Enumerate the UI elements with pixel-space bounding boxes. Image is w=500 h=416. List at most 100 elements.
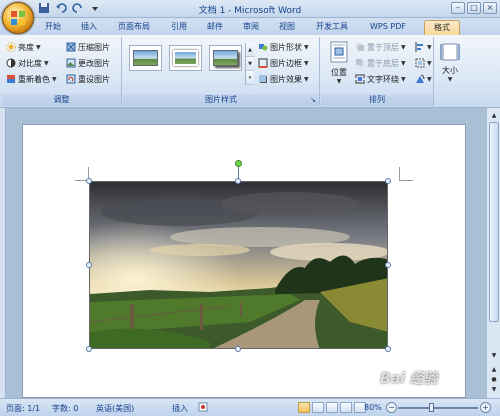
bring-front-icon: [355, 42, 365, 52]
more-styles-icon: ▾: [246, 71, 254, 85]
resize-handle-bottom-left[interactable]: [86, 346, 92, 352]
align-button[interactable]: ▼: [415, 41, 432, 53]
office-logo-icon: [11, 11, 25, 25]
picture-shape-button[interactable]: 图片形状 ▼: [258, 41, 309, 53]
resize-handle-top-left[interactable]: [86, 178, 92, 184]
picture-border-button[interactable]: 图片边框 ▼: [258, 57, 309, 69]
title-bar: 文档 1 - Microsoft Word – □ ×: [0, 0, 500, 18]
page-count[interactable]: 页面: 1/1: [6, 403, 40, 414]
resize-handle-right[interactable]: [385, 262, 391, 268]
watermark: Bai 经验: [380, 371, 438, 387]
tab-view[interactable]: 视图: [272, 20, 302, 35]
rotate-button[interactable]: ▼: [415, 73, 432, 85]
text-wrap-icon: [355, 74, 365, 84]
macro-record-icon[interactable]: [198, 402, 208, 414]
tab-developer[interactable]: 开发工具: [308, 20, 356, 35]
rotation-handle[interactable]: [235, 160, 242, 167]
crop-mark-top-right: [399, 167, 413, 181]
tab-format[interactable]: 格式: [424, 20, 460, 35]
resize-handle-bottom-right[interactable]: [385, 346, 391, 352]
tab-page-layout[interactable]: 页面布局: [110, 20, 158, 35]
size-icon: [440, 43, 460, 61]
insert-mode[interactable]: 插入: [172, 403, 188, 414]
ribbon-tabs: 开始 插入 页面布局 引用 邮件 审阅 视图 开发工具 WPS PDF 格式: [0, 18, 500, 35]
change-picture-icon: [66, 58, 76, 68]
reset-picture-icon: [66, 74, 76, 84]
full-screen-reading-view-button[interactable]: [312, 402, 324, 413]
position-icon: [330, 41, 348, 63]
picture-style-2[interactable]: [169, 45, 202, 71]
rotate-icon: [415, 74, 425, 84]
dialog-launcher-icon[interactable]: ↘: [310, 94, 316, 106]
ribbon: 亮度 ▼ 对比度 ▼ 重新着色 ▼ 压缩图片 更改图片 重设图片 调整 ▲ ▼ ▾ 图片形…: [0, 35, 500, 108]
send-back-icon: [355, 58, 365, 68]
tab-home[interactable]: 开始: [38, 20, 68, 35]
recolor-icon: [6, 74, 16, 84]
contrast-icon: [6, 58, 16, 68]
vertical-ruler: [0, 108, 6, 398]
zoom-slider-thumb[interactable]: [429, 403, 434, 412]
inserted-photo[interactable]: [89, 181, 388, 349]
resize-handle-bottom[interactable]: [235, 346, 241, 352]
status-bar: 页面: 1/1 字数: 0 英语(美国) 插入 80% − +: [0, 398, 500, 416]
close-button[interactable]: ×: [483, 2, 497, 14]
picture-effects-button[interactable]: 图片效果 ▼: [258, 73, 309, 85]
tab-review[interactable]: 审阅: [236, 20, 266, 35]
compress-icon: [66, 42, 76, 52]
resize-handle-top-right[interactable]: [385, 178, 391, 184]
compress-pictures-button[interactable]: 压缩图片: [66, 41, 110, 53]
change-picture-button[interactable]: 更改图片: [66, 57, 110, 69]
group-label-arrange: 排列: [321, 94, 433, 106]
tab-mailings[interactable]: 邮件: [200, 20, 230, 35]
position-button[interactable]: 位置 ▼: [324, 41, 354, 85]
align-icon: [415, 42, 425, 52]
recolor-button[interactable]: 重新着色 ▼: [6, 73, 57, 85]
zoom-slider[interactable]: [398, 407, 478, 409]
language-status[interactable]: 英语(美国): [96, 403, 134, 414]
print-layout-view-button[interactable]: [298, 402, 310, 413]
zoom-out-button[interactable]: −: [386, 402, 397, 413]
window-title: 文档 1 - Microsoft Word: [198, 6, 302, 16]
group-picture-styles: ▲ ▼ ▾ 图片形状 ▼ 图片边框 ▼ 图片效果 ▼ 图片样式 ↘: [123, 37, 320, 106]
web-layout-view-button[interactable]: [326, 402, 338, 413]
scroll-down-icon: ▼: [246, 57, 254, 71]
zoom-in-button[interactable]: +: [480, 402, 491, 413]
tab-wps-pdf[interactable]: WPS PDF: [362, 20, 414, 35]
landscape-image: [90, 182, 387, 348]
scroll-up-icon: ▲: [246, 43, 254, 57]
scrollbar-thumb[interactable]: [489, 122, 499, 322]
word-count[interactable]: 字数: 0: [52, 403, 78, 414]
shape-icon: [258, 42, 268, 52]
group-objects-button[interactable]: ▼: [415, 57, 432, 69]
send-to-back-button[interactable]: 置于底层 ▼: [355, 57, 406, 69]
group-label-picture-styles: 图片样式 ↘: [123, 94, 319, 106]
effects-icon: [258, 74, 268, 84]
vertical-scrollbar[interactable]: ▲ ▼ ▲ ● ▼: [486, 108, 500, 398]
maximize-button[interactable]: □: [467, 2, 481, 14]
resize-handle-left[interactable]: [86, 262, 92, 268]
minimize-button[interactable]: –: [451, 2, 465, 14]
text-wrap-button[interactable]: 文字环绕 ▼: [355, 73, 406, 85]
scroll-down-icon[interactable]: ▼: [489, 350, 499, 361]
resize-handle-top[interactable]: [235, 178, 241, 184]
zoom-level[interactable]: 80%: [364, 403, 382, 412]
size-button[interactable]: 大小 ▼: [437, 41, 463, 83]
picture-style-1[interactable]: [129, 45, 162, 71]
brightness-button[interactable]: 亮度 ▼: [6, 41, 41, 53]
next-page-icon[interactable]: ▼: [489, 384, 499, 395]
tab-insert[interactable]: 插入: [74, 20, 104, 35]
group-arrange: 位置 ▼ 置于顶层 ▼ 置于底层 ▼ 文字环绕 ▼ ▼ ▼ ▼ 排列: [321, 37, 434, 106]
outline-view-button[interactable]: [340, 402, 352, 413]
tab-references[interactable]: 引用: [164, 20, 194, 35]
group-label-adjust: 调整: [2, 94, 121, 106]
styles-scroll[interactable]: ▲ ▼ ▾: [245, 43, 254, 85]
reset-picture-button[interactable]: 重设图片: [66, 73, 110, 85]
view-buttons: [298, 402, 366, 413]
sun-icon: [6, 42, 16, 52]
office-button[interactable]: [2, 2, 34, 34]
contrast-button[interactable]: 对比度 ▼: [6, 57, 49, 69]
picture-style-3[interactable]: [209, 45, 242, 71]
bring-to-front-button[interactable]: 置于顶层 ▼: [355, 41, 406, 53]
scroll-up-icon[interactable]: ▲: [489, 110, 499, 121]
group-size: 大小 ▼: [435, 37, 465, 106]
